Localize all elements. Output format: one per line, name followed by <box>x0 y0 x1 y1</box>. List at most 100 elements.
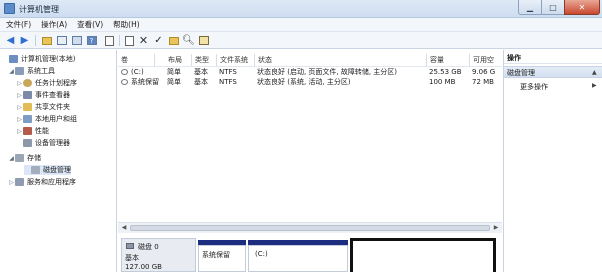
actions-pane: 操作 磁盘管理 ▲ 更多操作 ▶ <box>503 50 602 272</box>
partition-system-reserved[interactable]: 系统保留 <box>198 245 246 272</box>
tree-item-label: 任务计划程序 <box>35 79 77 87</box>
column-header-free-space[interactable]: 可用空 <box>470 54 502 66</box>
tree-item-task-scheduler[interactable]: ▷ 任务计划程序 <box>16 78 77 88</box>
tree-item-label: 共享文件夹 <box>35 103 70 111</box>
tree-item-storage[interactable]: ◢ 存储 <box>8 153 41 163</box>
cell-type: 基本 <box>194 68 208 76</box>
column-header-filesystem[interactable]: 文件系统 <box>217 54 255 66</box>
actions-section-disk-management[interactable]: 磁盘管理 ▲ <box>504 66 602 78</box>
tree-expander[interactable]: ◢ <box>8 68 15 75</box>
tree-item-local-users[interactable]: ▷ 本地用户和组 <box>16 114 77 124</box>
tree-item-shared-folders[interactable]: ▷ 共享文件夹 <box>16 102 70 112</box>
menu-action[interactable]: 操作(A) <box>41 18 67 32</box>
up-folder-icon <box>41 36 52 45</box>
show-tree-button[interactable] <box>55 34 68 47</box>
menu-help[interactable]: 帮助(H) <box>113 18 140 32</box>
cell-volume: (C:) <box>131 68 144 76</box>
tree-item-label: 设备管理器 <box>35 139 70 147</box>
menu-file[interactable]: 文件(F) <box>6 18 31 32</box>
cell-status: 状态良好 (系统, 活动, 主分区) <box>257 78 351 86</box>
cell-filesystem: NTFS <box>219 68 237 76</box>
navigation-tree: 计算机管理(本地) ◢ 系统工具 ▷ 任务计划程序 ▷ 事件查看器 ▷ 共享文件… <box>0 50 117 272</box>
help-book-button[interactable] <box>103 34 116 47</box>
toolbar: ◀ ▶ ? ✕ ✓ 🔍︎ <box>0 32 602 49</box>
tree-item-event-viewer[interactable]: ▷ 事件查看器 <box>16 90 70 100</box>
cell-free-space: 72 MB <box>472 78 494 86</box>
properties-button[interactable] <box>123 34 136 47</box>
tree-item-device-manager[interactable]: 设备管理器 <box>16 138 70 148</box>
device-manager-icon <box>23 139 32 147</box>
disk-info[interactable]: 磁盘 0 基本 127.00 GB <box>121 238 196 272</box>
section-label: 磁盘管理 <box>507 69 535 77</box>
minimize-icon: ▁ <box>526 2 534 12</box>
close-button[interactable]: ✕ <box>564 0 600 15</box>
scroll-left-icon[interactable]: ◀ <box>119 224 129 232</box>
tree-expander[interactable]: ▷ <box>16 104 23 111</box>
partition-label: (C:) <box>255 250 268 258</box>
tree-item-system-tools[interactable]: ◢ 系统工具 <box>8 66 55 76</box>
shared-folder-icon <box>23 103 32 111</box>
partition-label: 系统保留 <box>202 251 230 259</box>
volume-icon <box>121 79 128 85</box>
forward-button[interactable]: ▶ <box>18 34 31 47</box>
menu-bar: 文件(F) 操作(A) 查看(V) 帮助(H) <box>0 18 602 32</box>
column-header-layout[interactable]: 布局 <box>165 54 192 66</box>
column-header-capacity[interactable]: 容量 <box>427 54 470 66</box>
tree-item-computer-management[interactable]: 计算机管理(本地) <box>2 54 75 64</box>
window-title: 计算机管理 <box>19 5 59 14</box>
tree-item-services-apps[interactable]: ▷ 服务和应用程序 <box>8 177 76 187</box>
event-viewer-icon <box>23 91 32 99</box>
collapse-icon[interactable]: ▲ <box>592 67 597 79</box>
close-icon: ✕ <box>578 2 586 12</box>
help-button[interactable]: ? <box>85 34 98 47</box>
tree-item-label: 系统工具 <box>27 67 55 75</box>
column-header-type[interactable]: 类型 <box>192 54 217 66</box>
disk-management-icon <box>31 166 40 174</box>
more-actions-link[interactable]: 更多操作 <box>520 82 548 92</box>
disk-name: 磁盘 0 <box>138 243 159 251</box>
open-folder-button[interactable] <box>167 34 180 47</box>
maximize-button[interactable]: □ <box>541 0 565 15</box>
tree-item-performance[interactable]: ▷ 性能 <box>16 126 49 136</box>
disk-size: 127.00 GB <box>125 263 162 271</box>
maximize-icon: □ <box>549 2 557 12</box>
menu-view[interactable]: 查看(V) <box>77 18 103 32</box>
cell-type: 基本 <box>194 78 208 86</box>
more-view-button[interactable] <box>197 34 210 47</box>
properties-icon <box>125 35 134 46</box>
grid-icon <box>198 36 209 45</box>
table-row[interactable]: 系统保留 简单 基本 NTFS 状态良好 (系统, 活动, 主分区) 100 M… <box>118 77 502 87</box>
table-row[interactable]: (C:) 简单 基本 NTFS 状态良好 (启动, 页面文件, 故障转储, 主分… <box>118 67 502 77</box>
tree-expander[interactable]: ▷ <box>16 80 23 87</box>
back-arrow-icon: ◀ <box>6 35 15 46</box>
storage-icon <box>15 154 24 162</box>
column-header-status[interactable]: 状态 <box>255 54 427 66</box>
tree-expander[interactable]: ▷ <box>8 179 15 186</box>
back-button[interactable]: ◀ <box>4 34 17 47</box>
computer-management-icon <box>4 3 15 14</box>
tree-expander[interactable]: ◢ <box>8 155 15 162</box>
horizontal-scrollbar[interactable]: ◀ ▶ <box>118 222 502 233</box>
disk-graphical-view: 磁盘 0 基本 127.00 GB 系统保留 (C:) <box>118 234 502 272</box>
scroll-right-icon[interactable]: ▶ <box>491 224 501 232</box>
partition-c[interactable]: (C:) <box>248 245 348 272</box>
console-view-button[interactable] <box>70 34 83 47</box>
tree-expander[interactable]: ▷ <box>16 116 23 123</box>
tree-expander[interactable]: ▷ <box>16 92 23 99</box>
tree-expander[interactable]: ▷ <box>16 128 23 135</box>
tree-item-label: 事件查看器 <box>35 91 70 99</box>
view-icon <box>71 36 82 45</box>
find-button[interactable]: 🔍︎ <box>182 34 195 47</box>
delete-button[interactable]: ✕ <box>137 34 150 47</box>
cell-layout: 简单 <box>167 68 181 76</box>
scrollbar-thumb[interactable] <box>130 225 490 231</box>
column-header-volume[interactable]: 卷 <box>118 54 155 66</box>
up-folder-button[interactable] <box>40 34 53 47</box>
partition-unallocated[interactable] <box>350 238 496 272</box>
cell-filesystem: NTFS <box>219 78 237 86</box>
minimize-button[interactable]: ▁ <box>518 0 542 15</box>
tree-item-disk-management[interactable]: 磁盘管理 <box>24 165 71 175</box>
cell-free-space: 9.06 G <box>472 68 496 76</box>
actions-header: 操作 <box>504 53 602 64</box>
refresh-button[interactable]: ✓ <box>152 34 165 47</box>
